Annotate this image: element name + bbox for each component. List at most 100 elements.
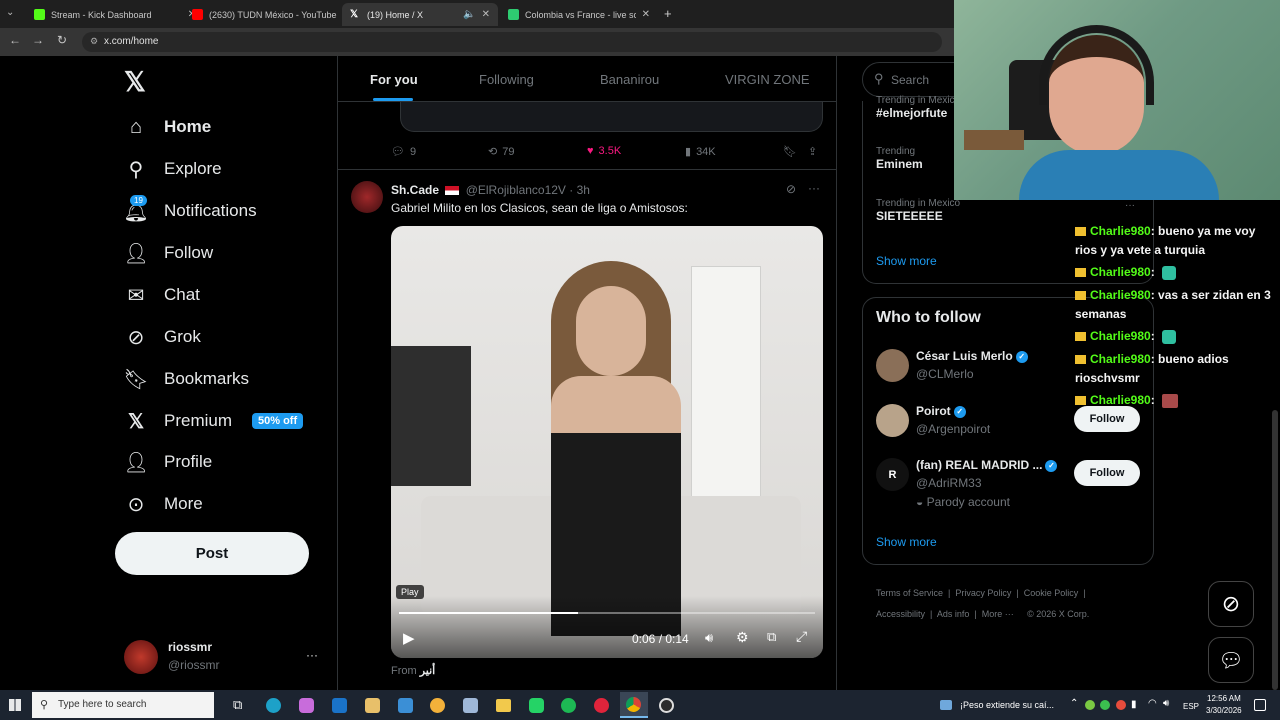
x-logo-icon[interactable]: 𝕏 <box>124 67 146 98</box>
reply-action[interactable]: 💬︎ 9 <box>391 145 416 159</box>
tweet-time[interactable]: · 3h <box>569 183 590 197</box>
notification-center-icon[interactable] <box>1254 699 1266 711</box>
tweet-author-name[interactable]: Sh.Cade <box>391 183 439 197</box>
tab-bananirou[interactable]: Bananirou <box>600 72 659 87</box>
obs-icon[interactable] <box>659 698 674 713</box>
file-explorer-icon[interactable] <box>496 699 511 712</box>
tab-for-you[interactable]: For you <box>370 72 418 87</box>
whatsapp-icon[interactable] <box>529 698 544 713</box>
forward-icon[interactable]: → <box>29 33 47 47</box>
trend-more-icon[interactable]: ··· <box>1125 200 1135 211</box>
taskbar-search-input[interactable]: ⚲ Type here to search <box>32 692 214 718</box>
post-button[interactable]: Post <box>115 532 309 575</box>
tweet-author-handle[interactable]: @ElRojiblanco12V <box>466 183 566 197</box>
fullscreen-icon[interactable]: ⤢ <box>796 628 807 645</box>
nav-premium[interactable]: 𝕏 Premium 50% off <box>124 405 304 437</box>
tab-virgin-zone[interactable]: VIRGIN ZONE <box>725 72 810 87</box>
close-tab-icon[interactable]: ✕ <box>642 9 650 20</box>
address-bar[interactable]: ⚙ x.com/home <box>82 32 942 52</box>
previous-tweet-media[interactable] <box>400 102 823 132</box>
follow-button[interactable]: Follow <box>1074 460 1140 486</box>
copilot-icon[interactable] <box>299 698 314 713</box>
news-widget-icon[interactable] <box>940 700 952 710</box>
picture-in-picture-icon[interactable]: ⧉ <box>767 629 776 645</box>
reload-icon[interactable]: ↻ <box>53 33 71 47</box>
trend-item[interactable]: Trending Eminem <box>876 146 923 171</box>
close-tab-icon[interactable]: ✕ <box>482 9 490 20</box>
tray-app-icon[interactable] <box>1116 700 1126 710</box>
back-icon[interactable]: ← <box>6 33 24 47</box>
windows-start-icon[interactable] <box>9 699 21 711</box>
search-icon: ⚲ <box>128 158 144 181</box>
real-madrid-crest-icon: R <box>876 458 909 491</box>
volume-icon[interactable]: 🔊︎ <box>705 630 713 646</box>
account-switcher[interactable]: riossmr @riossmr ··· <box>124 640 322 674</box>
nav-chat[interactable]: ✉ Chat <box>124 279 200 311</box>
vscode-icon[interactable] <box>398 698 413 713</box>
nav-explore[interactable]: ⚲ Explore <box>124 153 222 185</box>
nav-home[interactable]: ⌂ Home <box>124 111 211 143</box>
messages-floating-button[interactable]: 💬︎ <box>1208 637 1254 683</box>
nav-bookmarks[interactable]: 🔖︎ Bookmarks <box>123 363 249 395</box>
crown-badge-icon <box>1075 396 1086 406</box>
taskbar-time[interactable]: 12:56 AM <box>1207 694 1241 703</box>
tray-app-icon[interactable] <box>1085 700 1095 710</box>
like-action[interactable]: ♥ 3.5K <box>587 145 621 157</box>
edge-icon[interactable] <box>266 698 281 713</box>
trend-item[interactable]: Trending in Mexico SIETEEEEE <box>876 198 960 223</box>
wifi-icon[interactable]: ◠ <box>1148 698 1157 709</box>
new-tab-icon[interactable]: + <box>664 6 672 21</box>
app-icon[interactable] <box>463 698 478 713</box>
reply-icon: 💬︎ <box>391 146 405 158</box>
views-action[interactable]: ▮ 34K <box>685 145 716 159</box>
tab-following[interactable]: Following <box>479 72 534 87</box>
volume-icon[interactable]: 🔊︎ <box>1163 698 1169 709</box>
language-indicator[interactable]: ESP <box>1183 702 1199 711</box>
x-logo-icon: 𝕏 <box>350 9 359 20</box>
tray-app-icon[interactable] <box>1100 700 1110 710</box>
video-source-name[interactable]: أنير <box>420 665 436 677</box>
taskbar-date[interactable]: 3/30/2026 <box>1206 706 1242 715</box>
tab-live-score[interactable]: Colombia vs France - live score ✕ <box>500 3 658 26</box>
tab-youtube[interactable]: (2630) TUDN México - YouTube ✕ <box>184 3 362 26</box>
store-icon[interactable] <box>365 698 380 713</box>
tab-kick-dashboard[interactable]: Stream - Kick Dashboard ✕ <box>26 3 204 26</box>
account-handle: @riossmr <box>168 658 220 672</box>
chrome-icon[interactable] <box>620 692 648 718</box>
who-to-follow-show-more[interactable]: Show more <box>876 535 937 549</box>
news-widget-text[interactable]: ¡Peso extiende su caí... <box>960 700 1054 710</box>
chat-message: Charlie980: <box>1075 391 1275 410</box>
task-view-icon[interactable]: ⧉ <box>233 697 242 713</box>
nav-follow[interactable]: 👤︎ Follow <box>123 237 213 269</box>
opera-icon[interactable] <box>594 698 609 713</box>
repost-action[interactable]: ⟲ 79 <box>488 145 514 159</box>
author-flag-emoji <box>445 186 460 196</box>
nav-grok[interactable]: ⊘ Grok <box>124 321 201 353</box>
site-info-icon[interactable]: ⚙ <box>90 36 98 47</box>
more-dots-icon[interactable]: ··· <box>306 648 318 662</box>
trends-show-more[interactable]: Show more <box>876 254 937 268</box>
tweet-video[interactable]: Play ▶ 0:06 / 0:14 🔊︎ ⚙ ⧉ ⤢ <box>391 226 823 658</box>
speaker-icon[interactable]: 🔈 <box>463 9 475 20</box>
outlook-icon[interactable] <box>332 698 347 713</box>
tweet-avatar[interactable] <box>351 181 383 213</box>
bookmark-action-icon[interactable]: 🔖︎ <box>783 145 797 158</box>
tab-list-icon[interactable]: ⌄ <box>6 7 14 18</box>
nav-more[interactable]: ⊙ More <box>124 488 203 520</box>
page-scrollbar[interactable] <box>1272 410 1278 690</box>
tray-chevron-icon[interactable]: ⌃ <box>1070 698 1078 709</box>
mail-icon: ✉ <box>127 284 145 307</box>
play-icon[interactable]: ▶ <box>403 629 415 647</box>
tab-x-home[interactable]: 𝕏 (19) Home / X 🔈 ✕ <box>342 3 498 26</box>
grok-floating-button[interactable]: ⊘ <box>1208 581 1254 627</box>
video-progress-track[interactable] <box>399 612 815 614</box>
tweet-more-icon[interactable]: ··· <box>808 181 820 195</box>
share-icon[interactable]: ⇪ <box>808 145 817 158</box>
chrome-alt-icon[interactable] <box>430 698 445 713</box>
tray-app-icon[interactable]: ▮ <box>1131 699 1137 710</box>
grok-tweet-icon[interactable]: ⊘ <box>786 182 796 196</box>
nav-profile[interactable]: 👤︎ Profile <box>123 446 212 478</box>
spotify-icon[interactable] <box>561 698 576 713</box>
trend-item[interactable]: Trending in Mexico #elmejorfute <box>876 95 956 120</box>
settings-icon[interactable]: ⚙ <box>736 629 749 646</box>
